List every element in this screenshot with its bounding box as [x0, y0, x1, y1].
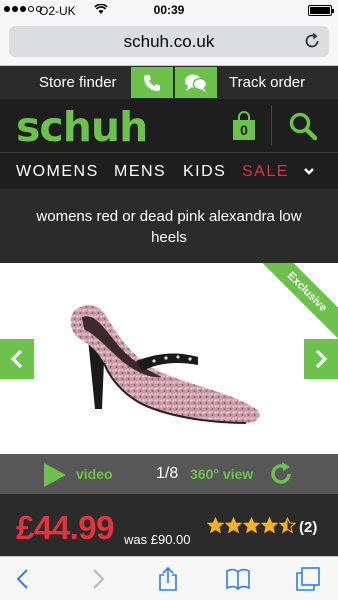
chevron-right-icon	[315, 349, 328, 369]
price: £44.99	[16, 509, 114, 546]
video-button[interactable]: video	[76, 466, 113, 482]
star-icon	[279, 517, 296, 534]
browser-address-area: schuh.co.uk	[0, 22, 338, 66]
chat-icon	[185, 74, 208, 92]
phone-button[interactable]	[131, 67, 173, 98]
tabs-icon[interactable]	[296, 567, 320, 591]
forward-icon[interactable]	[85, 567, 109, 591]
star-icon	[261, 517, 278, 534]
chevron-left-icon	[10, 349, 23, 369]
utility-nav: Store finder Track order	[0, 66, 338, 99]
basket-button[interactable]: 0	[233, 110, 255, 140]
clock: 00:39	[153, 3, 185, 17]
image-counter: 1/8	[156, 465, 179, 482]
chevron-down-icon[interactable]	[302, 164, 316, 183]
star-icon	[207, 517, 224, 534]
star-rating[interactable]	[207, 517, 296, 534]
track-order-link[interactable]: Track order	[229, 74, 305, 91]
schuh-logo[interactable]: schuh	[16, 103, 148, 151]
nav-kids[interactable]: KIDS	[183, 163, 226, 181]
product-image-carousel[interactable]: Exclusive	[0, 263, 338, 454]
view-360-button[interactable]: 360° view	[190, 466, 253, 482]
product-image[interactable]	[58, 291, 278, 451]
phone-icon	[144, 74, 160, 91]
chat-button[interactable]	[175, 67, 217, 98]
play-icon[interactable]	[42, 462, 68, 488]
site-header: schuh 0	[0, 99, 338, 152]
nav-womens[interactable]: WOMENS	[16, 163, 99, 181]
star-icon	[243, 517, 260, 534]
next-image-button[interactable]	[304, 339, 338, 379]
share-icon[interactable]	[156, 567, 180, 591]
battery-icon	[308, 5, 334, 16]
nav-sale[interactable]: SALE	[242, 163, 289, 181]
status-bar: O2-UK 00:39	[0, 0, 338, 22]
header-divider	[271, 105, 272, 145]
basket-count: 0	[233, 120, 255, 140]
store-finder-link[interactable]: Store finder	[39, 74, 117, 91]
browser-toolbar	[0, 556, 338, 600]
prev-image-button[interactable]	[0, 339, 34, 379]
price-bar: £44.99 was £90.00 (2)	[0, 494, 338, 556]
review-count[interactable]: (2)	[299, 519, 317, 536]
reload-icon[interactable]	[303, 32, 321, 50]
category-nav: WOMENS MENS KIDS SALE	[0, 152, 338, 189]
bookmarks-icon[interactable]	[226, 567, 250, 591]
nav-mens[interactable]: MENS	[114, 163, 166, 181]
url-text[interactable]: schuh.co.uk	[9, 32, 329, 52]
address-bar[interactable]: schuh.co.uk	[9, 26, 329, 57]
back-icon[interactable]	[12, 567, 36, 591]
was-price: was £90.00	[124, 532, 191, 547]
product-title: womens red or dead pink alexandra low he…	[0, 189, 338, 263]
media-bar: video 1/8 360° view	[0, 454, 338, 494]
search-icon[interactable]	[288, 111, 318, 141]
rotate-360-icon[interactable]	[268, 461, 294, 487]
star-icon	[225, 517, 242, 534]
